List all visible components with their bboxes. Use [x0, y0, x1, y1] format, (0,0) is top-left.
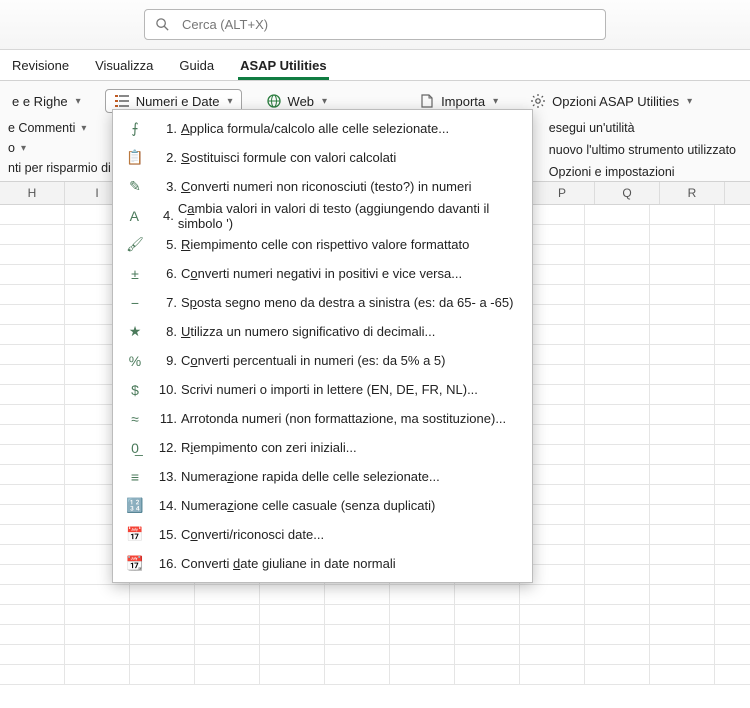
menu-icon: 📅 — [125, 526, 145, 543]
menu-icon: ≡ — [125, 469, 145, 485]
menu-item-1[interactable]: ⨍1.Applica formula/calcolo alle celle se… — [113, 114, 532, 143]
menu-label: Applica formula/calcolo alle celle selez… — [181, 121, 449, 136]
menu-label: Converti percentuali in numeri (es: da 5… — [181, 353, 445, 368]
tab-visualizza[interactable]: Visualizza — [93, 52, 155, 80]
menu-label: Sposta segno meno da destra a sinistra (… — [181, 295, 513, 310]
ribbon-tabs: Revisione Visualizza Guida ASAP Utilitie… — [0, 50, 750, 81]
col-R[interactable]: R — [660, 182, 725, 204]
ribbon-colonne-righe[interactable]: e e Righe▾ — [4, 91, 89, 112]
tab-asap-utilities[interactable]: ASAP Utilities — [238, 52, 328, 80]
menu-icon: ✎ — [125, 178, 145, 195]
menu-item-3[interactable]: ✎3.Converti numeri non riconosciuti (tes… — [113, 172, 532, 201]
menu-item-16[interactable]: 📆16.Converti date giuliane in date norma… — [113, 549, 532, 578]
col-S[interactable]: S — [725, 182, 750, 204]
menu-icon: 🖌 — [125, 236, 145, 253]
grid-row[interactable] — [0, 665, 750, 685]
menu-item-14[interactable]: 🔢14.Numerazione celle casuale (senza dup… — [113, 491, 532, 520]
search-placeholder: Cerca (ALT+X) — [182, 17, 268, 32]
import-icon — [419, 93, 435, 109]
menu-label: Numerazione rapida delle celle seleziona… — [181, 469, 440, 484]
tab-guida[interactable]: Guida — [177, 52, 216, 80]
menu-item-10[interactable]: $10.Scrivi numeri o importi in lettere (… — [113, 375, 532, 404]
right-esegui[interactable]: esegui un'utilità — [549, 121, 736, 135]
menu-item-12[interactable]: 0̲12.Riempimento con zeri iniziali... — [113, 433, 532, 462]
menu-item-11[interactable]: ≈11.Arrotonda numeri (non formattazione,… — [113, 404, 532, 433]
gear-icon — [530, 93, 546, 109]
menu-icon: % — [125, 353, 145, 369]
menu-item-7[interactable]: −7.Sposta segno meno da destra a sinistr… — [113, 288, 532, 317]
menu-icon: 0̲ — [125, 440, 145, 456]
grid-row[interactable] — [0, 585, 750, 605]
menu-icon: ± — [125, 266, 145, 282]
chevron-down-icon: ▾ — [687, 96, 692, 107]
tab-revisione[interactable]: Revisione — [10, 52, 71, 80]
search-box[interactable]: Cerca (ALT+X) — [144, 9, 606, 40]
chevron-down-icon: ▾ — [228, 96, 233, 107]
menu-icon: ≈ — [125, 411, 145, 427]
menu-item-4[interactable]: A4.Cambia valori in valori di testo (agg… — [113, 201, 532, 230]
grid-row[interactable] — [0, 645, 750, 665]
col-P[interactable]: P — [530, 182, 595, 204]
menu-icon: 🔢 — [125, 497, 145, 514]
list-number-icon — [114, 93, 130, 109]
chevron-down-icon: ▾ — [322, 96, 327, 107]
menu-item-8[interactable]: ★8.Utilizza un numero significativo di d… — [113, 317, 532, 346]
menu-icon: A — [125, 208, 143, 224]
menu-label: Converti date giuliane in date normali — [181, 556, 396, 571]
menu-item-13[interactable]: ≡13.Numerazione rapida delle celle selez… — [113, 462, 532, 491]
right-opzioni[interactable]: Opzioni e impostazioni — [549, 165, 736, 179]
menu-icon: 📆 — [125, 555, 145, 572]
menu-label: Riempimento celle con rispettivo valore … — [181, 237, 469, 252]
col-Q[interactable]: Q — [595, 182, 660, 204]
menu-item-2[interactable]: 📋2.Sostituisci formule con valori calcol… — [113, 143, 532, 172]
numeri-date-menu: ⨍1.Applica formula/calcolo alle celle se… — [112, 109, 533, 583]
menu-label: Riempimento con zeri iniziali... — [181, 440, 357, 455]
ribbon-opzioni-asap[interactable]: Opzioni ASAP Utilities▾ — [522, 90, 700, 112]
menu-icon: − — [125, 295, 145, 311]
menu-label: Converti numeri negativi in positivi e v… — [181, 266, 462, 281]
menu-icon: $ — [125, 382, 145, 398]
menu-label: Converti/riconosci date... — [181, 527, 324, 542]
ribbon-commenti[interactable]: e Commenti▾ — [8, 121, 86, 135]
menu-item-9[interactable]: %9.Converti percentuali in numeri (es: d… — [113, 346, 532, 375]
grid-row[interactable] — [0, 625, 750, 645]
menu-item-15[interactable]: 📅15.Converti/riconosci date... — [113, 520, 532, 549]
menu-item-5[interactable]: 🖌5.Riempimento celle con rispettivo valo… — [113, 230, 532, 259]
menu-label: Sostituisci formule con valori calcolati — [181, 150, 396, 165]
menu-label: Scrivi numeri o importi in lettere (EN, … — [181, 382, 478, 397]
globe-icon — [266, 93, 282, 109]
ribbon-risparmio[interactable]: nti per risparmio di t — [8, 161, 118, 175]
menu-label: Utilizza un numero significativo di deci… — [181, 324, 435, 339]
col-H[interactable]: H — [0, 182, 65, 204]
ribbon-o[interactable]: o▾ — [8, 141, 26, 155]
search-icon — [155, 17, 170, 32]
menu-label: Arrotonda numeri (non formattazione, ma … — [181, 411, 506, 426]
menu-item-6[interactable]: ±6.Converti numeri negativi in positivi … — [113, 259, 532, 288]
menu-label: Numerazione celle casuale (senza duplica… — [181, 498, 435, 513]
menu-label: Cambia valori in valori di testo (aggiun… — [178, 201, 520, 231]
menu-icon: ★ — [125, 323, 145, 340]
menu-icon: 📋 — [125, 149, 145, 166]
chevron-down-icon: ▾ — [76, 96, 81, 107]
chevron-down-icon: ▾ — [493, 96, 498, 107]
menu-label: Converti numeri non riconosciuti (testo?… — [181, 179, 471, 194]
grid-row[interactable] — [0, 605, 750, 625]
menu-icon: ⨍ — [125, 120, 145, 137]
right-ultimo[interactable]: nuovo l'ultimo strumento utilizzato — [549, 143, 736, 157]
